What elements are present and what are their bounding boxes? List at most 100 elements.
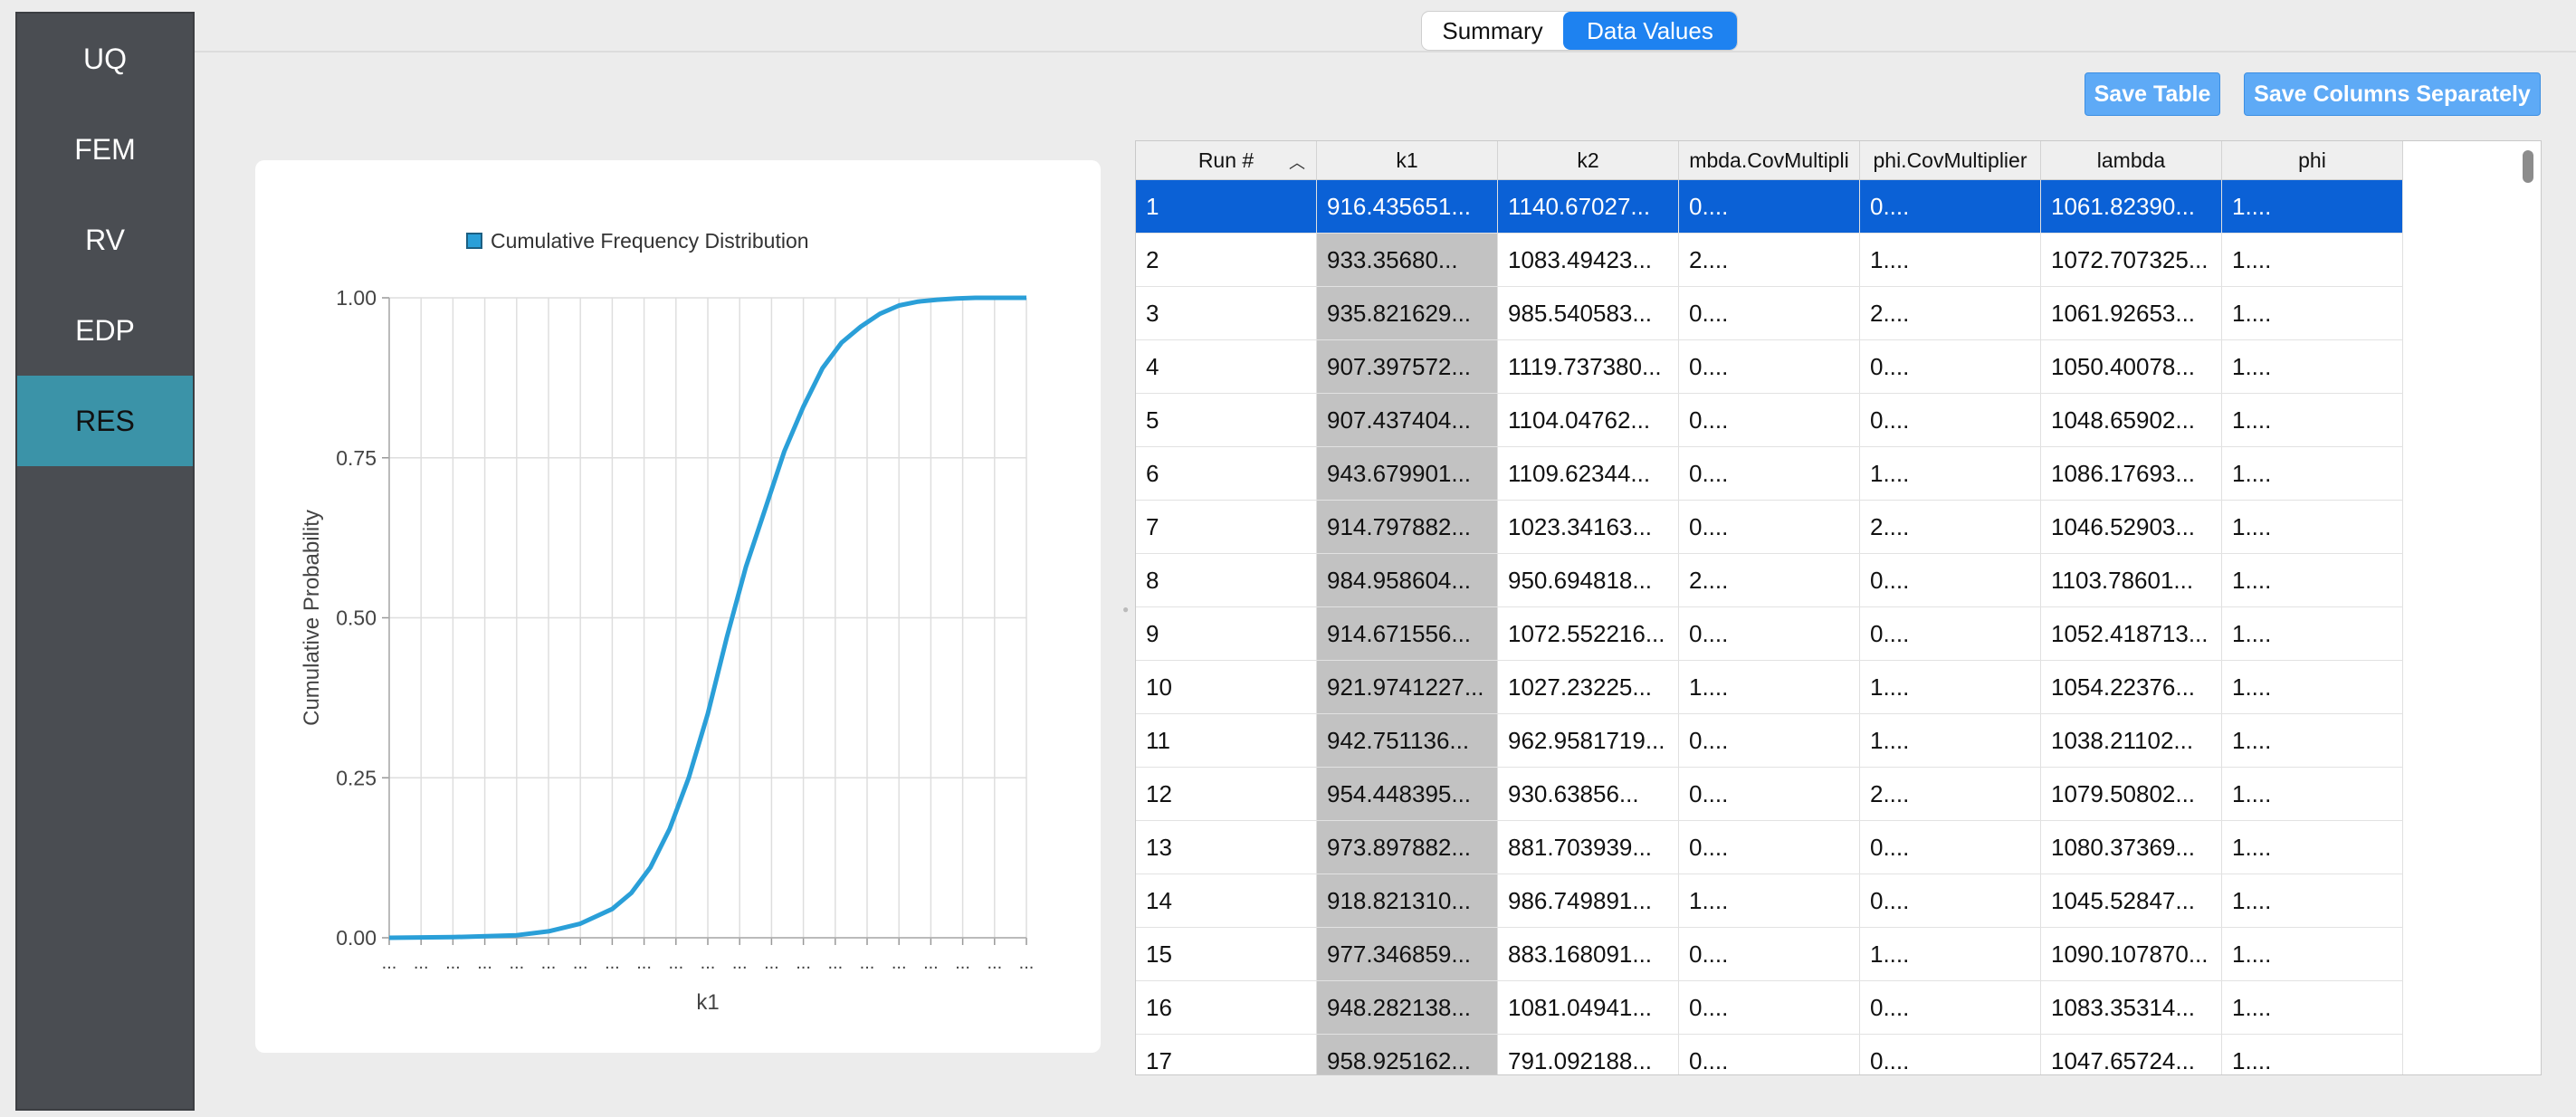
table-cell[interactable]: 2....	[1679, 234, 1860, 286]
table-cell[interactable]: 1....	[2222, 661, 2403, 713]
table-cell[interactable]: 918.821310...	[1317, 874, 1498, 927]
table-cell[interactable]: 933.35680...	[1317, 234, 1498, 286]
table-row[interactable]: 5 907.437404... 1104.04762... 0.... 0.... 104…	[1136, 394, 2403, 447]
table-cell[interactable]: 1050.40078...	[2041, 340, 2222, 393]
table-row[interactable]: 16 948.282138... 1081.04941... 0.... 0.... 10…	[1136, 981, 2403, 1035]
table-cell[interactable]: 1045.52847...	[2041, 874, 2222, 927]
table-cell[interactable]: 1104.04762...	[1498, 394, 1679, 446]
table-cell[interactable]: 5	[1136, 394, 1317, 446]
table-cell[interactable]: 1....	[2222, 981, 2403, 1034]
table-cell[interactable]: 1....	[1860, 661, 2041, 713]
table-cell[interactable]: 1083.49423...	[1498, 234, 1679, 286]
table-cell[interactable]: 0....	[1860, 340, 2041, 393]
table-cell[interactable]: 935.821629...	[1317, 287, 1498, 339]
table-cell[interactable]: 986.749891...	[1498, 874, 1679, 927]
table-row[interactable]: 15 977.346859... 883.168091... 0.... 1.... 10…	[1136, 928, 2403, 981]
table-cell[interactable]: 1....	[2222, 714, 2403, 767]
table-cell[interactable]: 0....	[1860, 1035, 2041, 1074]
table-cell[interactable]: 881.703939...	[1498, 821, 1679, 874]
table-cell[interactable]: 6	[1136, 447, 1317, 500]
table-row[interactable]: 8 984.958604... 950.694818... 2.... 0.... 110…	[1136, 554, 2403, 607]
table-cell[interactable]: 0....	[1679, 287, 1860, 339]
table-cell[interactable]: 1109.62344...	[1498, 447, 1679, 500]
table-cell[interactable]: 1090.107870...	[2041, 928, 2222, 980]
table-cell[interactable]: 1061.82390...	[2041, 180, 2222, 233]
table-cell[interactable]: 1083.35314...	[2041, 981, 2222, 1034]
table-cell[interactable]: 1....	[1860, 234, 2041, 286]
column-header[interactable]: k2	[1498, 141, 1679, 179]
table-cell[interactable]: 1054.22376...	[2041, 661, 2222, 713]
table-cell[interactable]: 17	[1136, 1035, 1317, 1074]
table-row[interactable]: 12 954.448395... 930.63856... 0.... 2.... 107…	[1136, 768, 2403, 821]
table-cell[interactable]: 942.751136...	[1317, 714, 1498, 767]
table-cell[interactable]: 954.448395...	[1317, 768, 1498, 820]
table-cell[interactable]: 1....	[1860, 447, 2041, 500]
table-cell[interactable]: 1103.78601...	[2041, 554, 2222, 606]
table-row[interactable]: 10 921.9741227... 1027.23225... 1.... 1.... 1…	[1136, 661, 2403, 714]
table-cell[interactable]: 1....	[2222, 607, 2403, 660]
table-cell[interactable]: 1....	[2222, 554, 2403, 606]
table-row[interactable]: 9 914.671556... 1072.552216... 0.... 0.... 10…	[1136, 607, 2403, 661]
table-row[interactable]: 1 916.435651... 1140.67027... 0.... 0.... 106…	[1136, 180, 2403, 234]
table-cell[interactable]: 914.671556...	[1317, 607, 1498, 660]
table-cell[interactable]: 13	[1136, 821, 1317, 874]
column-header[interactable]: phi.CovMultiplier	[1860, 141, 2041, 179]
table-cell[interactable]: 7	[1136, 501, 1317, 553]
table-row[interactable]: 17 958.925162... 791.092188... 0.... 0.... 10…	[1136, 1035, 2403, 1074]
vertical-scrollbar[interactable]	[2519, 147, 2535, 1066]
table-cell[interactable]: 907.397572...	[1317, 340, 1498, 393]
table-row[interactable]: 2 933.35680... 1083.49423... 2.... 1.... 1072…	[1136, 234, 2403, 287]
table-cell[interactable]: 1....	[2222, 394, 2403, 446]
table-cell[interactable]: 930.63856...	[1498, 768, 1679, 820]
table-cell[interactable]: 0....	[1860, 821, 2041, 874]
table-cell[interactable]: 12	[1136, 768, 1317, 820]
table-cell[interactable]: 1....	[2222, 180, 2403, 233]
table-cell[interactable]: 0....	[1679, 821, 1860, 874]
column-header[interactable]: lambda	[2041, 141, 2222, 179]
tab-data-values[interactable]: Data Values	[1563, 12, 1737, 50]
table-cell[interactable]: 791.092188...	[1498, 1035, 1679, 1074]
table-cell[interactable]: 0....	[1860, 874, 2041, 927]
table-cell[interactable]: 1046.52903...	[2041, 501, 2222, 553]
table-cell[interactable]: 10	[1136, 661, 1317, 713]
table-cell[interactable]: 1072.707325...	[2041, 234, 2222, 286]
table-cell[interactable]: 0....	[1679, 340, 1860, 393]
sidebar-item-rv[interactable]: RV	[17, 195, 193, 285]
table-cell[interactable]: 1038.21102...	[2041, 714, 2222, 767]
table-cell[interactable]: 883.168091...	[1498, 928, 1679, 980]
save-columns-separately-button[interactable]: Save Columns Separately	[2244, 72, 2541, 116]
table-cell[interactable]: 1072.552216...	[1498, 607, 1679, 660]
table-cell[interactable]: 1....	[1679, 661, 1860, 713]
scrollbar-thumb[interactable]	[2523, 150, 2533, 183]
table-cell[interactable]: 11	[1136, 714, 1317, 767]
table-cell[interactable]: 0....	[1679, 501, 1860, 553]
table-cell[interactable]: 1....	[2222, 874, 2403, 927]
sidebar-item-res[interactable]: RES	[17, 376, 193, 466]
tab-summary[interactable]: Summary	[1422, 12, 1563, 50]
table-cell[interactable]: 1048.65902...	[2041, 394, 2222, 446]
table-cell[interactable]: 1....	[2222, 1035, 2403, 1074]
column-header[interactable]: mbda.CovMultipli	[1679, 141, 1860, 179]
table-cell[interactable]: 14	[1136, 874, 1317, 927]
table-row[interactable]: 3 935.821629... 985.540583... 0.... 2.... 106…	[1136, 287, 2403, 340]
table-cell[interactable]: 2	[1136, 234, 1317, 286]
table-cell[interactable]: 9	[1136, 607, 1317, 660]
table-cell[interactable]: 977.346859...	[1317, 928, 1498, 980]
table-cell[interactable]: 962.9581719...	[1498, 714, 1679, 767]
table-cell[interactable]: 0....	[1860, 394, 2041, 446]
table-cell[interactable]: 0....	[1679, 928, 1860, 980]
table-cell[interactable]: 1080.37369...	[2041, 821, 2222, 874]
sidebar-item-edp[interactable]: EDP	[17, 285, 193, 376]
table-cell[interactable]: 8	[1136, 554, 1317, 606]
table-row[interactable]: 6 943.679901... 1109.62344... 0.... 1.... 108…	[1136, 447, 2403, 501]
table-cell[interactable]: 0....	[1860, 180, 2041, 233]
table-cell[interactable]: 958.925162...	[1317, 1035, 1498, 1074]
save-table-button[interactable]: Save Table	[2085, 72, 2220, 116]
table-cell[interactable]: 1....	[1860, 714, 2041, 767]
table-cell[interactable]: 973.897882...	[1317, 821, 1498, 874]
table-cell[interactable]: 3	[1136, 287, 1317, 339]
table-cell[interactable]: 0....	[1860, 554, 2041, 606]
column-header[interactable]: k1	[1317, 141, 1498, 179]
table-cell[interactable]: 1023.34163...	[1498, 501, 1679, 553]
table-cell[interactable]: 1079.50802...	[2041, 768, 2222, 820]
